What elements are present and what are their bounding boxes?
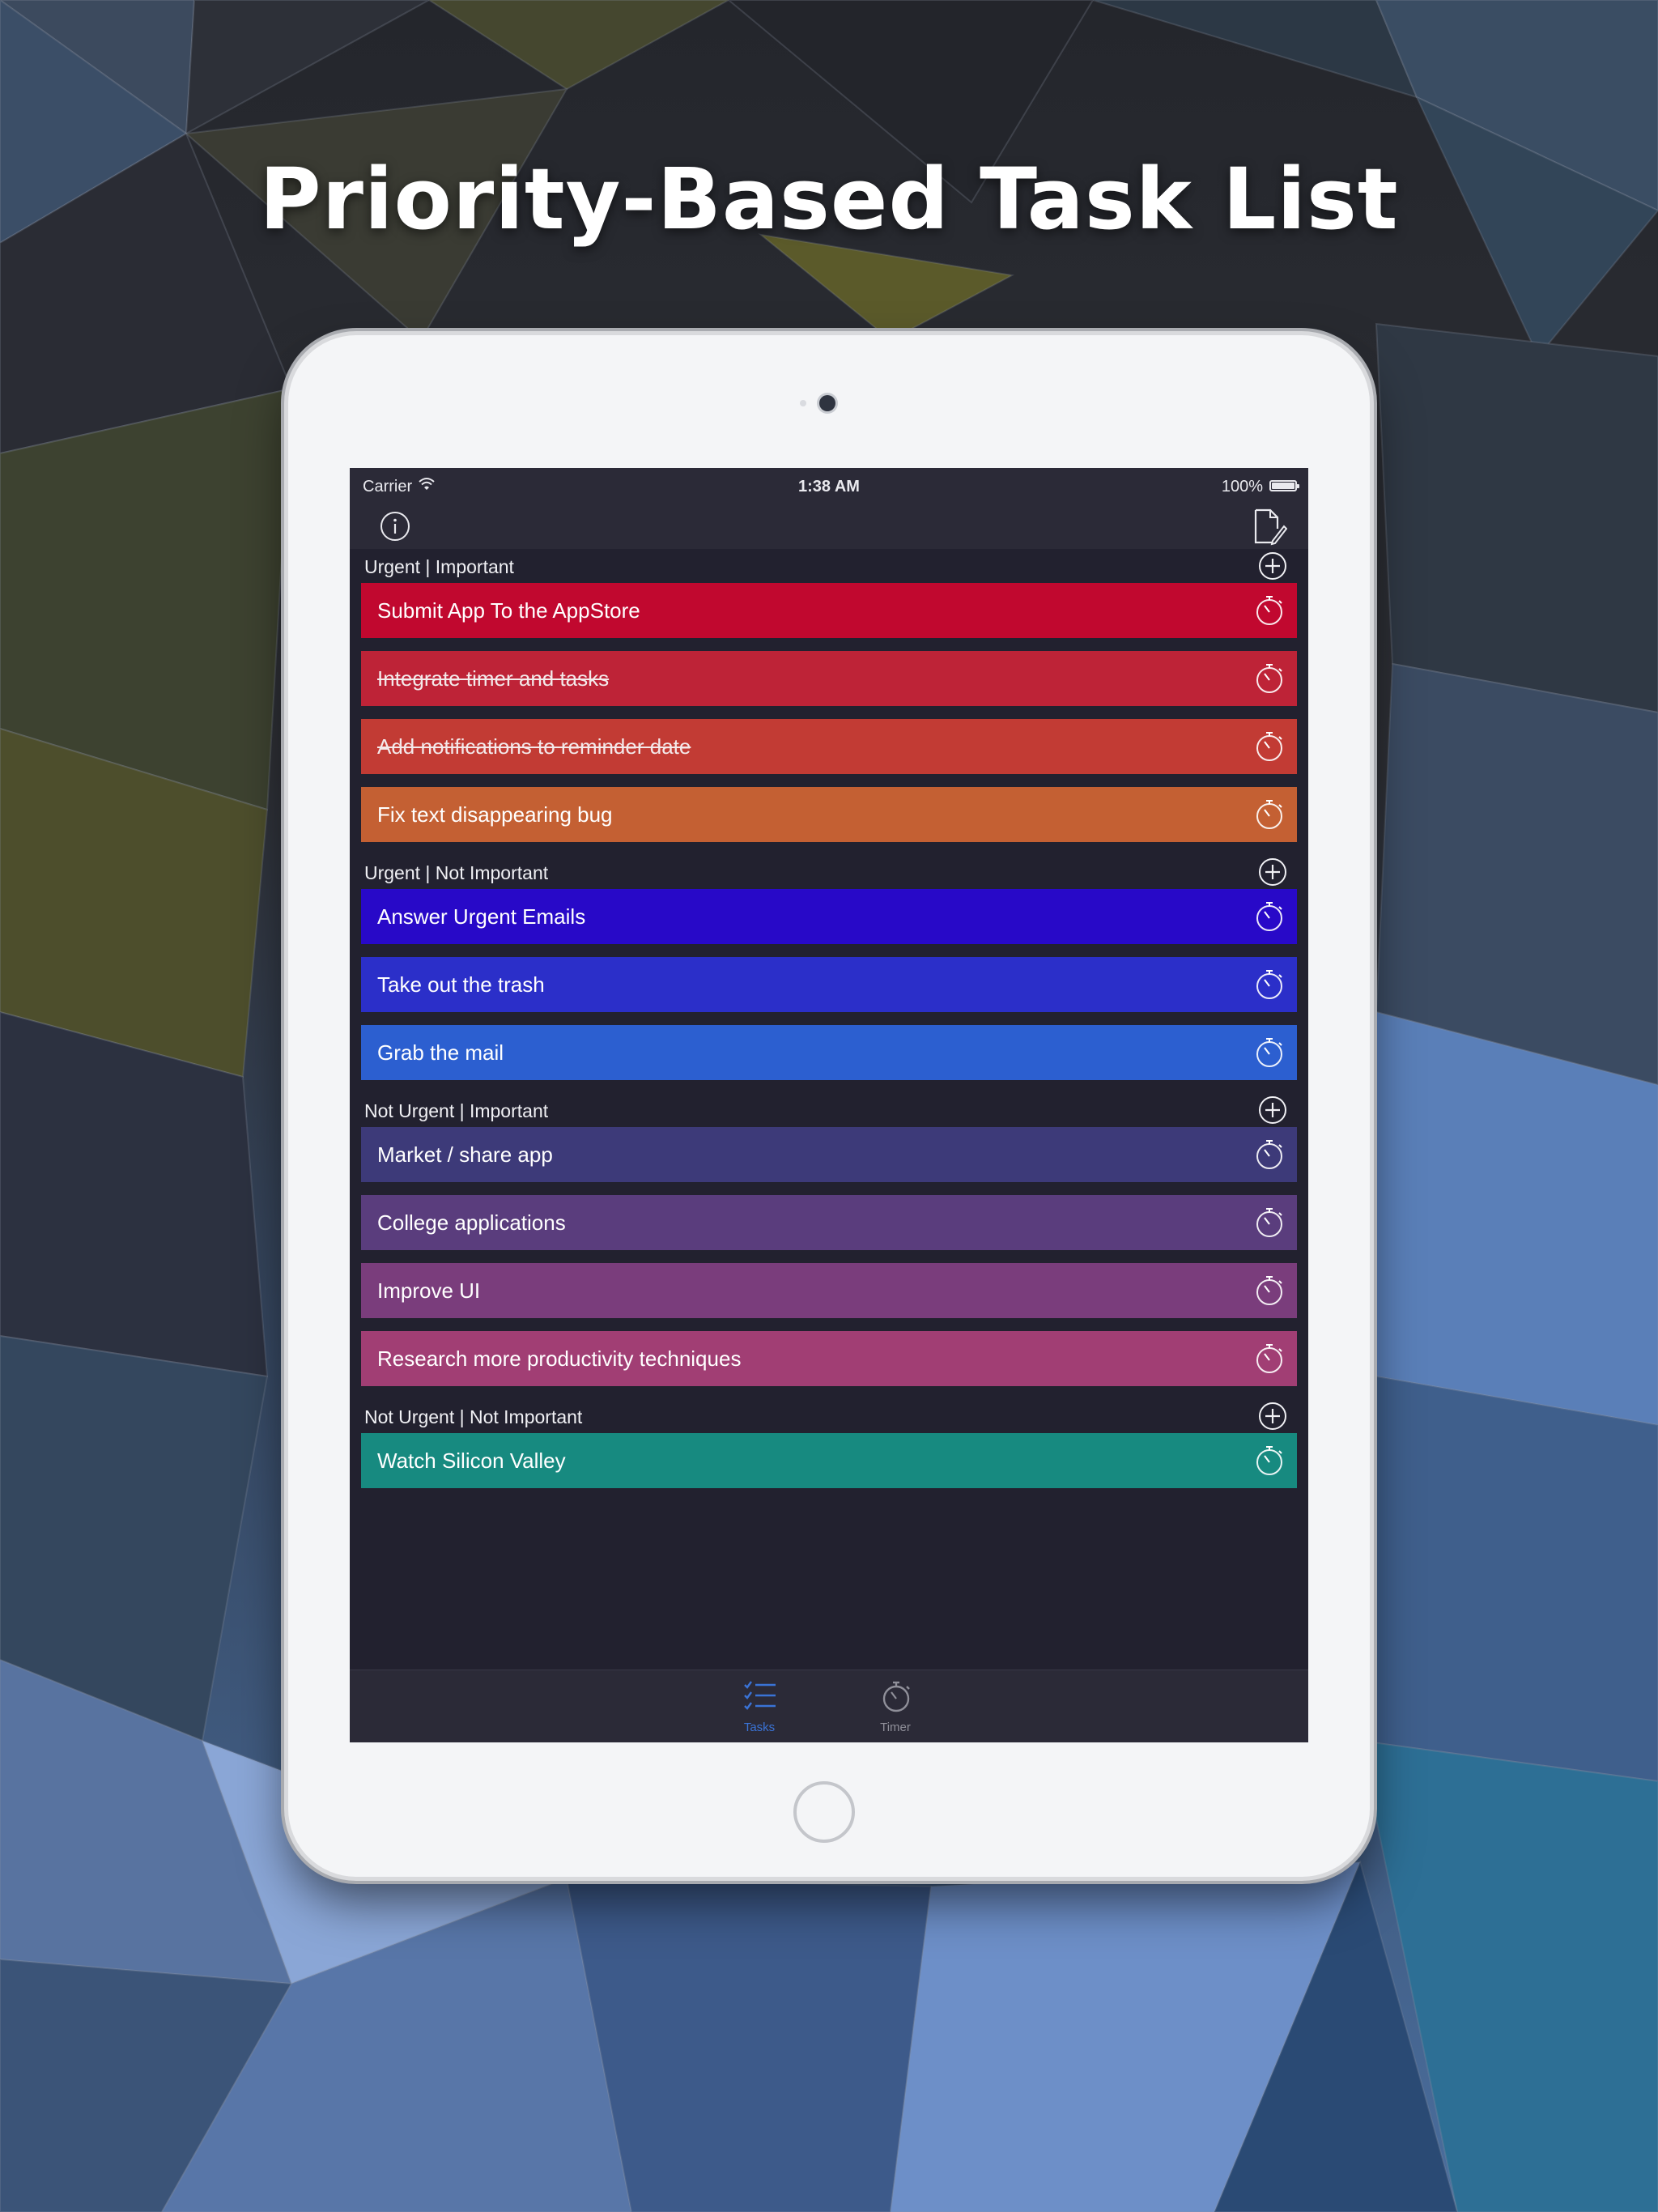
task-row[interactable]: Add notifications to reminder date bbox=[361, 719, 1297, 774]
task-row[interactable]: Grab the mail bbox=[361, 1025, 1297, 1080]
task-title: Market / share app bbox=[377, 1142, 553, 1167]
section-header: Urgent | Important bbox=[350, 549, 1308, 583]
ipad-frame: Carrier 1:38 AM 100% Urgent | Important … bbox=[288, 335, 1370, 1877]
task-title: Add notifications to reminder date bbox=[377, 734, 691, 759]
tab-tasks[interactable]: Tasks bbox=[711, 1675, 808, 1740]
tab-tasks-label: Tasks bbox=[743, 1721, 776, 1734]
app-screen: Carrier 1:38 AM 100% Urgent | Important … bbox=[350, 468, 1308, 1742]
add-task-icon[interactable] bbox=[1258, 857, 1287, 887]
battery-icon bbox=[1269, 480, 1299, 491]
task-title: Watch Silicon Valley bbox=[377, 1448, 566, 1473]
add-task-icon[interactable] bbox=[1258, 551, 1287, 581]
info-icon[interactable] bbox=[379, 510, 411, 542]
stopwatch-icon[interactable] bbox=[1253, 968, 1286, 1001]
task-title: Grab the mail bbox=[377, 1040, 504, 1065]
task-row[interactable]: Watch Silicon Valley bbox=[361, 1433, 1297, 1488]
stopwatch-icon[interactable] bbox=[1253, 1138, 1286, 1171]
task-row[interactable]: Submit App To the AppStore bbox=[361, 583, 1297, 638]
task-row[interactable]: Improve UI bbox=[361, 1263, 1297, 1318]
stopwatch-icon bbox=[882, 1681, 910, 1712]
checklist-icon bbox=[744, 1681, 776, 1710]
section-title: Urgent | Important bbox=[364, 556, 514, 577]
task-title: College applications bbox=[377, 1210, 566, 1235]
stopwatch-icon[interactable] bbox=[1253, 594, 1286, 627]
home-button[interactable] bbox=[793, 1781, 855, 1843]
section-header: Not Urgent | Important bbox=[350, 1093, 1308, 1127]
stopwatch-icon[interactable] bbox=[1253, 1274, 1286, 1307]
stopwatch-icon[interactable] bbox=[1253, 1206, 1286, 1239]
tab-timer[interactable]: Timer bbox=[847, 1675, 944, 1740]
light-sensor bbox=[800, 400, 806, 406]
add-task-icon[interactable] bbox=[1258, 1402, 1287, 1431]
stopwatch-icon[interactable] bbox=[1253, 730, 1286, 763]
stopwatch-icon[interactable] bbox=[1253, 1036, 1286, 1069]
task-row[interactable]: Take out the trash bbox=[361, 957, 1297, 1012]
headline: Priority-Based Task List bbox=[259, 150, 1399, 249]
stopwatch-icon[interactable] bbox=[1253, 1444, 1286, 1477]
task-title: Fix text disappearing bug bbox=[377, 802, 613, 827]
status-bar: Carrier 1:38 AM 100% bbox=[350, 468, 1308, 504]
task-title: Answer Urgent Emails bbox=[377, 904, 586, 929]
task-row[interactable]: Answer Urgent Emails bbox=[361, 889, 1297, 944]
stopwatch-icon[interactable] bbox=[1253, 798, 1286, 831]
task-title: Integrate timer and tasks bbox=[377, 666, 610, 691]
task-list: Urgent | Important Submit App To the AppS… bbox=[350, 549, 1308, 1501]
stopwatch-icon[interactable] bbox=[1253, 662, 1286, 695]
section-header: Urgent | Not Important bbox=[350, 855, 1308, 889]
task-title: Improve UI bbox=[377, 1278, 481, 1303]
task-row[interactable]: Research more productivity techniques bbox=[361, 1331, 1297, 1386]
add-task-icon[interactable] bbox=[1258, 1095, 1287, 1125]
front-camera bbox=[819, 395, 835, 411]
task-title: Research more productivity techniques bbox=[377, 1346, 742, 1371]
clock-label: 1:38 AM bbox=[798, 478, 860, 496]
battery-percent: 100% bbox=[1221, 478, 1263, 496]
task-row[interactable]: Market / share app bbox=[361, 1127, 1297, 1182]
tab-timer-label: Timer bbox=[880, 1721, 911, 1734]
stopwatch-icon[interactable] bbox=[1253, 1342, 1286, 1375]
task-title: Submit App To the AppStore bbox=[377, 598, 640, 623]
tab-bar: Tasks Timer bbox=[350, 1670, 1308, 1742]
compose-icon[interactable] bbox=[1248, 507, 1287, 546]
stopwatch-icon[interactable] bbox=[1253, 900, 1286, 933]
task-row[interactable]: Fix text disappearing bug bbox=[361, 787, 1297, 842]
section-header: Not Urgent | Not Important bbox=[350, 1399, 1308, 1433]
section-title: Not Urgent | Important bbox=[364, 1100, 549, 1121]
task-row[interactable]: College applications bbox=[361, 1195, 1297, 1250]
task-title: Take out the trash bbox=[377, 972, 545, 997]
section-title: Urgent | Not Important bbox=[364, 862, 549, 883]
task-row[interactable]: Integrate timer and tasks bbox=[361, 651, 1297, 706]
navigation-bar bbox=[350, 504, 1308, 549]
section-title: Not Urgent | Not Important bbox=[364, 1406, 583, 1427]
